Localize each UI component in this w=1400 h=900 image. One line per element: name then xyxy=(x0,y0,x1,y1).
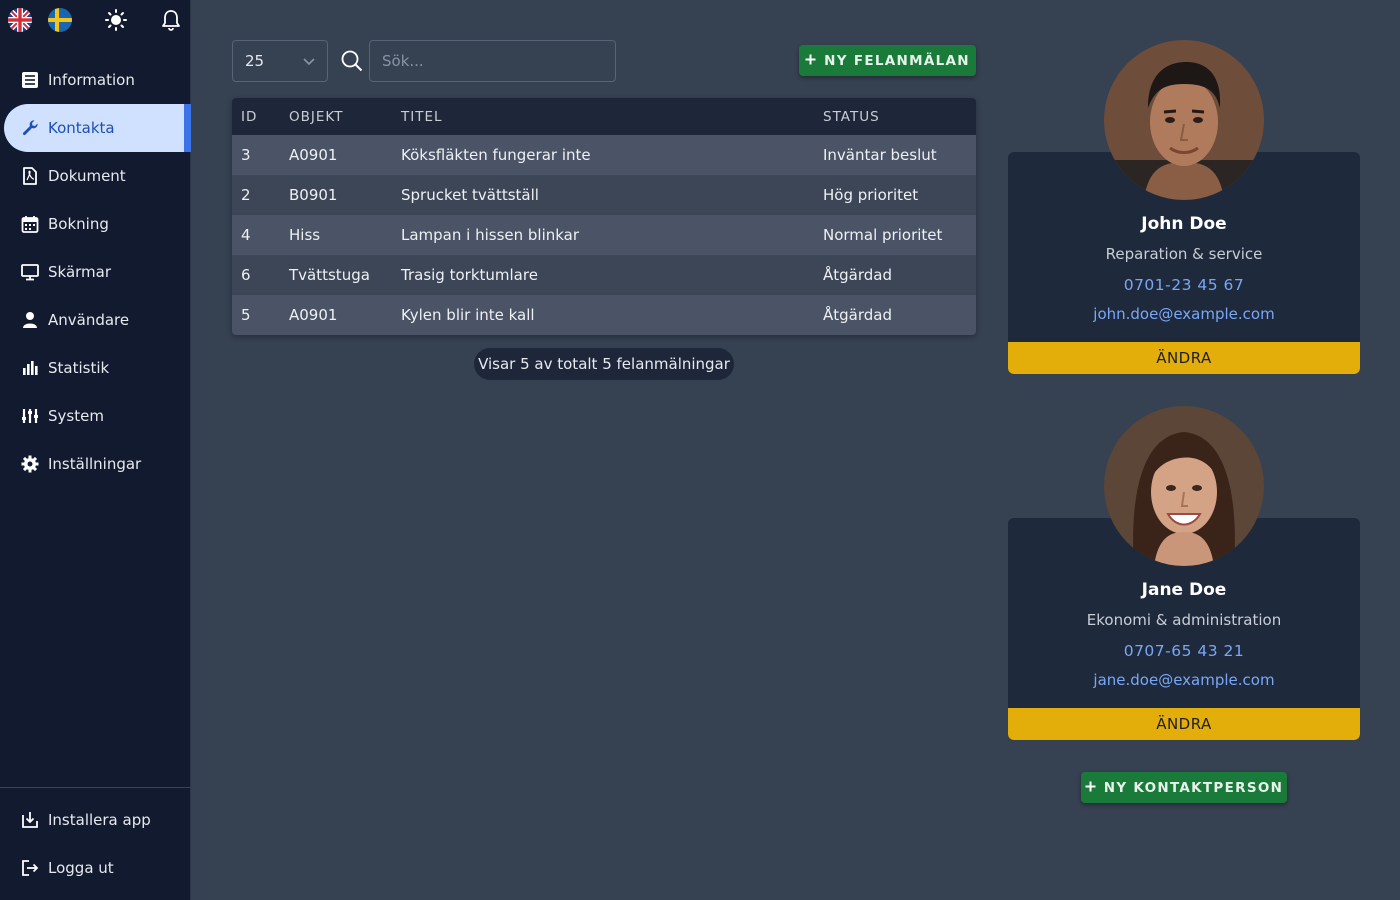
sidebar-item-label: Användare xyxy=(48,311,130,329)
sidebar-top-icons xyxy=(8,8,188,32)
sidebar-item-label: Information xyxy=(48,71,135,89)
calendar-icon xyxy=(20,214,40,234)
page-size-value: 25 xyxy=(245,52,265,70)
reports-table: ID OBJEKT TITEL STATUS 3 A0901 Köksfläkt… xyxy=(232,98,976,335)
cell-status: Hög prioritet xyxy=(823,186,919,204)
new-report-button[interactable]: NY FELANMÄLAN xyxy=(799,45,976,76)
bell-icon[interactable] xyxy=(161,8,181,32)
column-header-objekt[interactable]: OBJEKT xyxy=(289,98,401,135)
edit-contact-button[interactable]: ÄNDRA xyxy=(1008,708,1360,740)
cell-id: 2 xyxy=(241,186,251,204)
sidebar-item-dokument[interactable]: Dokument xyxy=(0,152,191,200)
sidebar-item-system[interactable]: System xyxy=(0,392,191,440)
table-summary: Visar 5 av totalt 5 felanmälningar xyxy=(474,348,734,380)
contact-phone[interactable]: 0707-65 43 21 xyxy=(1008,642,1360,660)
sidebar-item-label: Installera app xyxy=(48,811,151,829)
sidebar-item-bokning[interactable]: Bokning xyxy=(0,200,191,248)
column-header-id[interactable]: ID xyxy=(232,98,289,135)
cell-objekt: A0901 xyxy=(289,146,338,164)
cell-status: Inväntar beslut xyxy=(823,146,937,164)
sidebar-divider xyxy=(0,787,191,788)
table-row[interactable]: 4 Hiss Lampan i hissen blinkar Normal pr… xyxy=(232,215,976,255)
list-icon xyxy=(20,70,40,90)
sidebar-nav: Information Kontakta Dokument Bokning Sk… xyxy=(0,56,191,488)
search-icon[interactable] xyxy=(341,50,363,72)
search-input[interactable] xyxy=(369,40,616,82)
sidebar-item-label: Kontakta xyxy=(48,119,115,137)
cell-objekt: Hiss xyxy=(289,226,321,244)
contact-role: Ekonomi & administration xyxy=(1086,611,1282,629)
install-icon xyxy=(20,810,40,830)
pdf-icon xyxy=(20,166,40,186)
contact-name: Jane Doe xyxy=(1141,580,1227,600)
sidebar-item-label: Inställningar xyxy=(48,455,142,473)
plus-icon xyxy=(805,53,816,69)
cell-objekt: B0901 xyxy=(289,186,338,204)
cell-titel: Kylen blir inte kall xyxy=(401,306,535,324)
sidebar-item-label: Dokument xyxy=(48,167,126,185)
bar-chart-icon xyxy=(20,358,40,378)
cell-id: 4 xyxy=(241,226,251,244)
sun-icon[interactable] xyxy=(105,8,127,32)
sidebar-item-label: Statistik xyxy=(48,359,110,377)
wrench-icon xyxy=(20,118,40,138)
sidebar-item-install-app[interactable]: Installera app xyxy=(0,796,191,844)
new-report-label: NY FELANMÄLAN xyxy=(824,52,970,69)
contact-email[interactable]: john.doe@example.com xyxy=(1008,305,1360,323)
sidebar-item-information[interactable]: Information xyxy=(0,56,191,104)
sidebar-item-label: Bokning xyxy=(48,215,109,233)
cell-status: Åtgärdad xyxy=(823,266,892,284)
cell-id: 5 xyxy=(241,306,251,324)
monitor-icon xyxy=(20,262,40,282)
uk-flag-icon[interactable] xyxy=(8,8,32,32)
cell-objekt: Tvättstuga xyxy=(289,266,370,284)
cell-objekt: A0901 xyxy=(289,306,338,324)
table-row[interactable]: 2 B0901 Sprucket tvättställ Hög priorite… xyxy=(232,175,976,215)
sidebar-item-label: Logga ut xyxy=(48,859,114,877)
sidebar-bottom-nav: Installera app Logga ut xyxy=(0,796,191,892)
gear-icon xyxy=(20,454,40,474)
table-row[interactable]: 3 A0901 Köksfläkten fungerar inte Invänt… xyxy=(232,135,976,175)
table-row[interactable]: 5 A0901 Kylen blir inte kall Åtgärdad xyxy=(232,295,976,335)
cell-titel: Köksfläkten fungerar inte xyxy=(401,146,591,164)
chevron-down-icon xyxy=(303,52,315,70)
avatar xyxy=(1104,40,1264,200)
plus-icon xyxy=(1085,780,1096,796)
sidebar-item-statistik[interactable]: Statistik xyxy=(0,344,191,392)
sidebar-item-label: Skärmar xyxy=(48,263,112,281)
cell-titel: Sprucket tvättställ xyxy=(401,186,539,204)
sliders-icon xyxy=(20,406,40,426)
cell-status: Normal prioritet xyxy=(823,226,943,244)
table-header-row: ID OBJEKT TITEL STATUS xyxy=(232,98,976,135)
contact-email[interactable]: jane.doe@example.com xyxy=(1008,671,1360,689)
edit-contact-button[interactable]: ÄNDRA xyxy=(1008,342,1360,374)
cell-id: 6 xyxy=(241,266,251,284)
sidebar-item-installningar[interactable]: Inställningar xyxy=(0,440,191,488)
new-contact-button[interactable]: NY KONTAKTPERSON xyxy=(1081,772,1287,803)
cell-id: 3 xyxy=(241,146,251,164)
user-icon xyxy=(20,310,40,330)
page-size-select[interactable]: 25 xyxy=(232,40,328,82)
column-header-status[interactable]: STATUS xyxy=(823,98,976,135)
new-contact-label: NY KONTAKTPERSON xyxy=(1103,779,1284,796)
swedish-flag-icon[interactable] xyxy=(48,8,72,32)
contact-phone[interactable]: 0701-23 45 67 xyxy=(1008,276,1360,294)
column-header-titel[interactable]: TITEL xyxy=(401,98,823,135)
contact-name: John Doe xyxy=(1141,214,1227,234)
sidebar-item-label: System xyxy=(48,407,104,425)
sidebar-item-logout[interactable]: Logga ut xyxy=(0,844,191,892)
sidebar-item-kontakta[interactable]: Kontakta xyxy=(4,104,191,152)
contact-role: Reparation & service xyxy=(1105,245,1263,263)
cell-titel: Lampan i hissen blinkar xyxy=(401,226,580,244)
sidebar-item-anvandare[interactable]: Användare xyxy=(0,296,191,344)
cell-status: Åtgärdad xyxy=(823,306,892,324)
avatar xyxy=(1104,406,1264,566)
sidebar-item-skarmar[interactable]: Skärmar xyxy=(0,248,191,296)
logout-icon xyxy=(20,858,40,878)
cell-titel: Trasig torktumlare xyxy=(401,266,538,284)
sidebar: Information Kontakta Dokument Bokning Sk… xyxy=(0,0,191,900)
table-row[interactable]: 6 Tvättstuga Trasig torktumlare Åtgärdad xyxy=(232,255,976,295)
